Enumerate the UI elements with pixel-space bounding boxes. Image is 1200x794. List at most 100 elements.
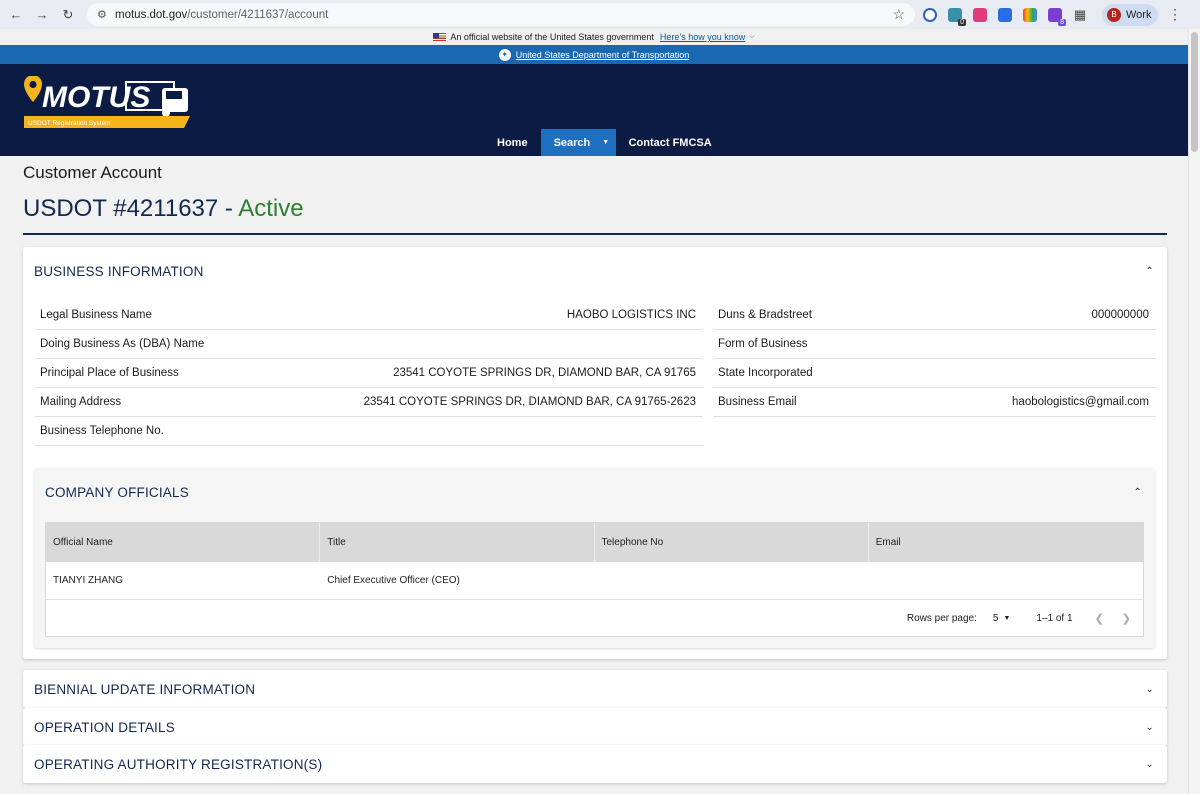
title-divider [23,233,1167,235]
info-value: HAOBO LOGISTICS INC [566,309,696,321]
table-cell [869,562,1143,599]
chevron-down-icon[interactable]: ⌄ [1145,722,1154,733]
info-row: Form of Business [713,330,1156,359]
more-menu-icon[interactable]: ⋮ [1168,6,1182,23]
biennial-update-title: BIENNIAL UPDATE INFORMATION [34,681,256,697]
nav-search[interactable]: Search ▼ [540,129,616,156]
site-header: MOTUS USDOT Registration System Home Sea… [0,64,1188,156]
info-row: State Incorporated [713,359,1156,388]
operation-details-header[interactable]: OPERATION DETAILS ⌄ [23,708,1167,746]
next-page-icon[interactable]: ❯ [1122,612,1131,625]
password-manager-icon[interactable] [923,7,937,22]
page-title: USDOT #4211637 - Active [23,195,304,223]
page-scrollbar[interactable] [1188,29,1200,794]
info-row: Doing Business As (DBA) Name [35,330,703,359]
info-label: Form of Business [718,338,808,350]
chevron-down-icon: ⌵ [749,33,755,40]
chevron-down-icon[interactable]: ⌄ [1145,759,1154,770]
extension-icon[interactable] [1023,7,1037,22]
info-label: Doing Business As (DBA) Name [40,338,205,350]
bookmark-star-icon[interactable]: ☆ [892,6,905,23]
column-header[interactable]: Email [869,523,1143,562]
motus-logo[interactable]: MOTUS USDOT Registration System [14,76,194,138]
info-row: Legal Business Name HAOBO LOGISTICS INC [35,301,703,330]
info-row: Business Telephone No. [35,417,703,446]
info-row: Principal Place of Business 23541 COYOTE … [35,359,703,388]
column-header[interactable]: Title [320,523,595,562]
rows-per-page-label: Rows per page: [906,612,977,624]
forward-icon[interactable]: → [29,4,55,26]
previous-page-icon[interactable]: ❮ [1095,612,1104,625]
biennial-update-panel: BIENNIAL UPDATE INFORMATION ⌄ [23,670,1167,708]
info-value: haobologistics@gmail.com [1012,396,1149,408]
extensions-area: 0 8 ▦ [923,7,1098,26]
pagination-range: 1–1 of 1 [1036,612,1073,624]
nav-contact-label: Contact FMCSA [628,136,712,149]
column-header[interactable]: Telephone No [595,523,869,562]
nav-home[interactable]: Home [484,129,541,156]
site-settings-icon[interactable]: ⚙ [97,8,115,21]
business-info-left: Legal Business Name HAOBO LOGISTICS INC D… [35,301,703,446]
table-header: Official Name Title Telephone No Email [46,523,1143,562]
info-label: Business Telephone No. [40,425,164,437]
info-label: State Incorporated [718,367,813,379]
table-cell: TIANYI ZHANG [53,575,124,586]
reload-icon[interactable]: ↻ [55,4,81,26]
info-value: 23541 COYOTE SPRINGS DR, DIAMOND BAR, CA… [363,396,696,408]
scrollbar-thumb[interactable] [1191,32,1198,152]
caret-down-icon: ▼ [1003,614,1011,622]
extension-icon[interactable] [973,7,987,22]
url-host: motus.dot.gov [115,8,188,21]
operating-authority-panel: OPERATING AUTHORITY REGISTRATION(S) ⌄ [23,745,1167,783]
company-officials-header[interactable]: COMPANY OFFICIALS ⌃ [34,468,1155,517]
table-pagination: Rows per page: 5 ▼ 1–1 of 1 ❮ ❯ [46,600,1143,636]
extension-icon[interactable]: 0 [948,7,966,26]
table-cell [595,562,869,599]
us-flag-icon [433,33,447,41]
chevron-up-icon[interactable]: ⌃ [1133,487,1142,498]
back-icon[interactable]: ← [3,4,29,26]
business-information-header[interactable]: BUSINESS INFORMATION ⌃ [23,247,1167,296]
rows-per-page-select[interactable]: 5 ▼ [993,613,1011,624]
chevron-down-icon[interactable]: ⌄ [1145,684,1154,695]
info-row: Mailing Address 23541 COYOTE SPRINGS DR, … [35,388,703,417]
info-label: Principal Place of Business [40,367,179,379]
dot-link[interactable]: United States Department of Transportati… [516,50,690,60]
info-value: 000000000 [1091,309,1149,321]
profile-button[interactable]: B Work [1102,3,1158,26]
table-row[interactable]: TIANYI ZHANG Chief Executive Officer (CE… [46,562,1143,600]
extension-icon[interactable]: 8 [1048,7,1066,26]
nav-home-label: Home [497,136,528,149]
nav-contact[interactable]: Contact FMCSA [616,129,725,156]
usdot-number: USDOT #4211637 - [23,195,239,222]
operating-authority-header[interactable]: OPERATING AUTHORITY REGISTRATION(S) ⌄ [23,745,1167,783]
company-officials-title: COMPANY OFFICIALS [45,485,189,500]
dot-bar: ✦ United States Department of Transporta… [0,45,1188,64]
info-label: Duns & Bradstreet [718,309,812,321]
chevron-up-icon[interactable]: ⌃ [1145,266,1154,277]
business-information-panel: BUSINESS INFORMATION ⌃ Legal Business Na… [23,247,1167,659]
info-row: Business Email haobologistics@gmail.com [713,388,1156,417]
info-row: Duns & Bradstreet 000000000 [713,301,1156,330]
operation-details-panel: OPERATION DETAILS ⌄ [23,708,1167,746]
info-label: Legal Business Name [40,309,152,321]
puzzle-icon[interactable]: ▦ [1073,7,1087,22]
address-bar[interactable]: ⚙ motus.dot.gov/customer/4211637/account… [87,3,915,26]
dot-logo-icon: ✦ [498,48,511,61]
business-information-title: BUSINESS INFORMATION [34,264,204,279]
info-label: Mailing Address [40,396,122,408]
gov-banner: An official website of the United States… [0,29,1188,45]
business-info-right: Duns & Bradstreet 000000000 Form of Busin… [713,301,1156,417]
url-path: /customer/4211637/account [187,8,329,21]
company-officials-panel: COMPANY OFFICIALS ⌃ Official Name Title … [34,468,1155,648]
extension-icon[interactable] [998,7,1012,22]
column-header[interactable]: Official Name [46,523,321,562]
main-nav: Home Search ▼ Contact FMCSA [484,129,725,156]
operation-details-title: OPERATION DETAILS [34,719,175,735]
table-cell: Chief Executive Officer (CEO) [327,575,460,586]
rows-per-page-value: 5 [992,612,999,624]
biennial-update-header[interactable]: BIENNIAL UPDATE INFORMATION ⌄ [23,670,1167,708]
extension-badge: 0 [958,18,966,26]
how-you-know-link[interactable]: Here’s how you know [660,32,745,42]
info-label: Business Email [718,396,797,408]
